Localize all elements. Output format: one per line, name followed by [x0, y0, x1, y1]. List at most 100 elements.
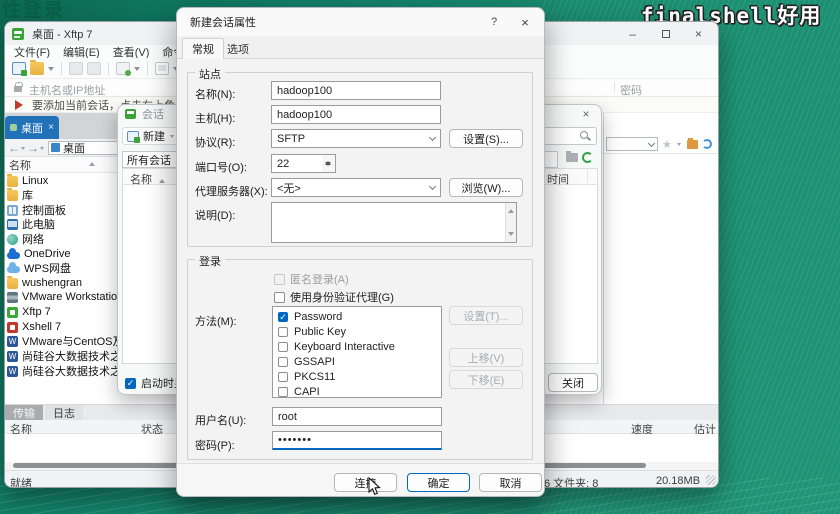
forward-icon[interactable]: → — [27, 142, 39, 154]
host-input[interactable]: hadoop100 — [271, 105, 441, 124]
chevron-down-icon — [428, 133, 437, 142]
tab-log[interactable]: 日志 — [45, 405, 83, 421]
checkbox-checked-icon[interactable]: ✓ — [125, 377, 136, 389]
port-label: 端口号(O): — [195, 162, 247, 174]
list-item[interactable]: Linux — [7, 173, 129, 188]
tab-options[interactable]: 选项 — [218, 38, 258, 59]
list-item[interactable]: W 尚硅谷大数据技术之S... — [7, 364, 129, 378]
desktop: 性登录 finalshell好用 桌面 - Xftp 7 – × 文件(F) 编… — [0, 0, 840, 514]
back-dropdown-icon[interactable] — [21, 146, 25, 152]
list-item[interactable]: 库 — [7, 187, 129, 202]
proxy-browse-button[interactable]: 浏览(W)... — [449, 178, 523, 197]
checkbox-checked-icon[interactable]: ✓ — [278, 312, 288, 322]
help-button[interactable]: ? — [481, 12, 507, 32]
list-item[interactable]: 此电脑 — [7, 217, 129, 231]
method-list[interactable]: ✓ Password Public Key Keyboard Interactiv… — [272, 306, 442, 398]
method-item[interactable]: GSSAPI — [278, 355, 335, 369]
properties-dropdown-icon[interactable] — [134, 66, 140, 74]
open-folder-icon[interactable] — [30, 59, 44, 75]
minimize-button[interactable]: – — [616, 22, 649, 45]
checkbox-unchecked-icon[interactable] — [274, 291, 285, 303]
tab-transfer[interactable]: 传输 — [5, 405, 43, 421]
method-item[interactable]: Keyboard Interactive — [278, 340, 395, 354]
link-icon[interactable] — [69, 61, 83, 75]
new-session-button[interactable]: 新建 — [122, 127, 181, 145]
monitor-icon[interactable] — [155, 61, 169, 75]
checkbox-unchecked-icon[interactable] — [278, 327, 288, 337]
list-item[interactable]: VMware Workstatio... — [7, 290, 129, 304]
port-input[interactable]: 22 — [271, 154, 323, 173]
checkbox-unchecked-icon[interactable] — [278, 372, 288, 382]
method-item[interactable]: CAPI — [278, 385, 320, 399]
resize-grip[interactable] — [706, 475, 716, 485]
list-item[interactable]: wushengran — [7, 275, 129, 290]
session-title: 会话 — [142, 109, 164, 121]
checkbox-unchecked-icon[interactable] — [278, 357, 288, 367]
list-item[interactable]: 控制面板 — [7, 203, 129, 217]
spin-down-icon[interactable] — [325, 162, 331, 169]
login-group-label: 登录 — [195, 253, 225, 269]
forward-dropdown-icon[interactable] — [40, 146, 44, 152]
connect-button[interactable]: 连接 — [334, 473, 397, 492]
scroll-up-icon[interactable] — [508, 206, 514, 213]
list-item[interactable]: W VMware与CentOS及... — [7, 334, 129, 348]
favorites-dropdown-icon[interactable] — [676, 143, 681, 148]
checkbox-unchecked-icon[interactable] — [278, 342, 288, 352]
toolbar-separator — [61, 61, 62, 75]
word-doc-icon: W — [7, 350, 18, 362]
name-column-label[interactable]: 名称 — [9, 157, 31, 173]
tab-desktop[interactable]: 桌面 × — [5, 116, 59, 139]
username-input[interactable]: root — [272, 407, 442, 426]
dialog-title-bar[interactable]: 新建会话属性 ? × — [177, 8, 544, 36]
sessions-refresh-icon[interactable] — [582, 152, 593, 163]
refresh-icon[interactable] — [701, 139, 712, 149]
method-item[interactable]: Public Key — [278, 325, 346, 339]
list-item[interactable]: Xftp 7 — [7, 305, 129, 319]
list-item[interactable]: Xshell 7 — [7, 320, 129, 334]
new-session-icon[interactable] — [12, 61, 27, 76]
protocol-select[interactable]: SFTP — [271, 129, 441, 148]
checkbox-disabled-icon — [274, 273, 285, 285]
status-size: 20.18MB — [656, 475, 701, 487]
agent-checkbox-row[interactable]: 使用身份验证代理(G) — [274, 289, 394, 305]
favorites-star-icon[interactable]: ★ — [662, 138, 672, 151]
ok-button[interactable]: 确定 — [407, 473, 470, 492]
list-item[interactable]: OneDrive — [7, 247, 129, 261]
list-item[interactable]: 网络 — [7, 232, 129, 246]
dialog-close-button[interactable]: × — [512, 12, 538, 32]
scroll-down-icon[interactable] — [508, 232, 514, 239]
tab-icon — [10, 124, 17, 131]
new-dropdown-icon[interactable] — [170, 135, 174, 140]
method-settings-button: 设置(T)... — [449, 306, 523, 325]
password-input[interactable]: 密码 — [620, 82, 642, 98]
session-close-icon[interactable]: × — [577, 106, 595, 122]
tab-close-icon[interactable]: × — [48, 122, 54, 133]
back-icon[interactable]: ← — [8, 142, 20, 154]
description-textarea[interactable] — [271, 202, 517, 243]
remote-address-combo[interactable] — [606, 137, 658, 151]
list-item[interactable]: W 尚硅谷大数据技术之L... — [7, 349, 129, 363]
maximize-button[interactable] — [649, 22, 682, 45]
anonymous-checkbox-row[interactable]: 匿名登录(A) — [274, 271, 349, 287]
textarea-scrollbar[interactable] — [505, 203, 516, 242]
method-item[interactable]: PKCS11 — [278, 370, 335, 384]
method-item[interactable]: ✓ Password — [278, 310, 342, 324]
sessions-folder-icon[interactable] — [566, 151, 578, 162]
cancel-button[interactable]: 取消 — [479, 473, 542, 492]
session-close-button[interactable]: 关闭 — [548, 373, 598, 392]
close-button[interactable]: × — [682, 22, 715, 45]
xftp-icon — [7, 306, 18, 318]
name-input[interactable]: hadoop100 — [271, 81, 441, 100]
proxy-select[interactable]: <无> — [271, 178, 441, 197]
checkbox-unchecked-icon[interactable] — [278, 387, 288, 397]
password-input[interactable]: ••••••• — [272, 431, 442, 450]
home-icon[interactable] — [686, 137, 698, 149]
port-stepper[interactable] — [322, 154, 336, 173]
local-column-header[interactable]: 名称 — [5, 157, 131, 173]
properties-icon[interactable] — [116, 61, 131, 76]
folder-dropdown-icon[interactable] — [48, 66, 54, 74]
protocol-settings-button[interactable]: 设置(S)... — [449, 129, 523, 148]
list-item[interactable]: WPS网盘 — [7, 261, 129, 275]
search-icon — [580, 131, 588, 139]
unlink-icon[interactable] — [87, 61, 101, 75]
